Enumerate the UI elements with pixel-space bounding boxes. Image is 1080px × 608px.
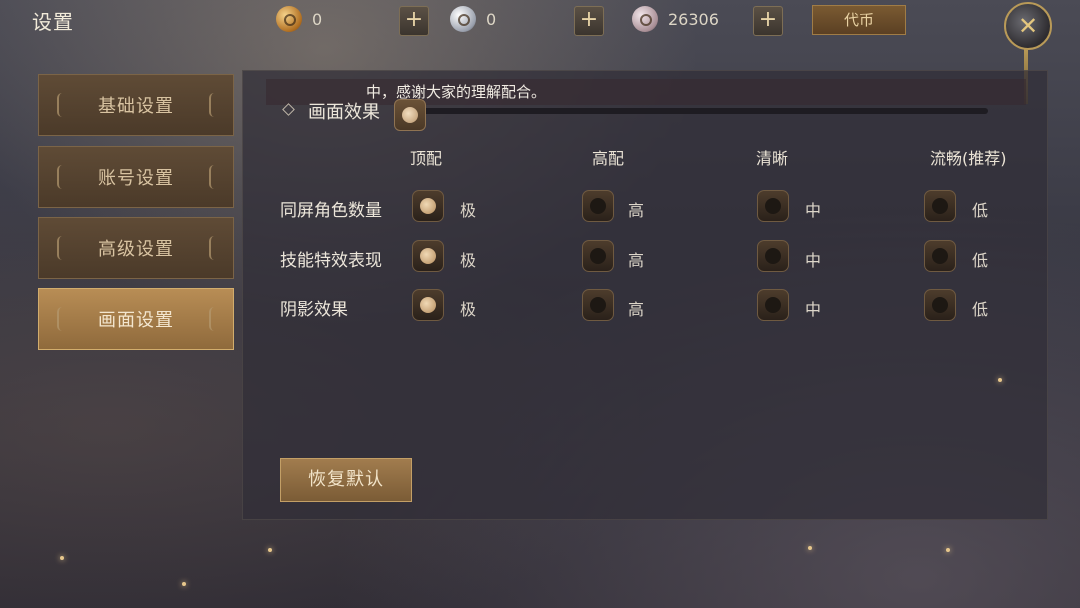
option-label: 极 <box>460 251 477 270</box>
column-header-smooth: 流畅(推荐) <box>930 149 1007 168</box>
token-button[interactable]: 代币 <box>812 5 906 35</box>
close-button[interactable]: ✕ <box>1004 2 1052 50</box>
ornament-icon <box>57 236 67 260</box>
effect-slider-handle[interactable] <box>394 99 426 131</box>
column-header-ultra: 顶配 <box>410 149 443 168</box>
option-label: 低 <box>972 251 989 270</box>
page-title: 设置 <box>32 10 74 34</box>
star-decoration <box>998 378 1002 382</box>
silver-coin-value: 0 <box>486 10 497 29</box>
option-label: 中 <box>805 300 822 319</box>
notice-banner: 中，感谢大家的理解配合。 <box>266 79 1026 105</box>
option-label: 高 <box>628 300 645 319</box>
radio-skill-effects-ultra[interactable] <box>412 240 444 272</box>
ornament-icon <box>209 236 219 260</box>
star-decoration <box>268 548 272 552</box>
ornament-icon <box>209 307 219 331</box>
sidebar-item-label: 账号设置 <box>98 168 174 189</box>
sidebar-item-graphics[interactable]: 画面设置 <box>38 288 234 350</box>
radio-skill-effects-medium[interactable] <box>757 240 789 272</box>
radio-characters-low[interactable] <box>924 190 956 222</box>
top-bar: 设置 0 + 0 + 26306 + 代币 ✕ <box>0 0 1080 50</box>
option-label: 高 <box>628 251 645 270</box>
radio-shadow-medium[interactable] <box>757 289 789 321</box>
sidebar-item-advanced[interactable]: 高级设置 <box>38 217 234 279</box>
star-decoration <box>182 582 186 586</box>
sidebar-item-label: 基础设置 <box>98 96 174 117</box>
star-decoration <box>60 556 64 560</box>
option-label: 极 <box>460 300 477 319</box>
row-label-shadow: 阴影效果 <box>280 300 348 320</box>
bronze-coin-value: 26306 <box>668 10 719 29</box>
reset-default-button[interactable]: 恢复默认 <box>280 458 412 502</box>
radio-characters-medium[interactable] <box>757 190 789 222</box>
gold-coin-value: 0 <box>312 10 323 29</box>
ornament-icon <box>57 165 67 189</box>
add-silver-button[interactable]: + <box>574 6 604 36</box>
star-decoration <box>808 546 812 550</box>
row-label-characters: 同屏角色数量 <box>280 201 382 221</box>
radio-skill-effects-low[interactable] <box>924 240 956 272</box>
star-decoration <box>946 548 950 552</box>
sidebar-item-basic[interactable]: 基础设置 <box>38 74 234 136</box>
radio-characters-ultra[interactable] <box>412 190 444 222</box>
sidebar-item-label: 高级设置 <box>98 239 174 260</box>
column-header-high: 高配 <box>592 149 625 168</box>
option-label: 高 <box>628 201 645 220</box>
radio-characters-high[interactable] <box>582 190 614 222</box>
ornament-icon <box>57 93 67 117</box>
silver-coin-icon <box>450 6 476 32</box>
option-label: 低 <box>972 201 989 220</box>
bronze-coin-icon <box>632 6 658 32</box>
ornament-icon <box>57 307 67 331</box>
ornament-icon <box>209 165 219 189</box>
ornament-icon <box>209 93 219 117</box>
effect-slider-track[interactable] <box>410 108 988 114</box>
option-label: 中 <box>805 201 822 220</box>
radio-shadow-low[interactable] <box>924 289 956 321</box>
row-label-skill-effects: 技能特效表现 <box>280 251 382 271</box>
add-gold-button[interactable]: + <box>399 6 429 36</box>
sidebar-item-label: 画面设置 <box>98 310 174 331</box>
radio-shadow-ultra[interactable] <box>412 289 444 321</box>
sidebar-item-account[interactable]: 账号设置 <box>38 146 234 208</box>
add-bronze-button[interactable]: + <box>753 6 783 36</box>
radio-skill-effects-high[interactable] <box>582 240 614 272</box>
close-icon: ✕ <box>1017 12 1039 40</box>
column-header-clear: 清晰 <box>756 149 789 168</box>
gold-coin-icon <box>276 6 302 32</box>
option-label: 极 <box>460 201 477 220</box>
radio-shadow-high[interactable] <box>582 289 614 321</box>
effect-label: 画面效果 <box>308 102 380 123</box>
option-label: 低 <box>972 300 989 319</box>
option-label: 中 <box>805 251 822 270</box>
